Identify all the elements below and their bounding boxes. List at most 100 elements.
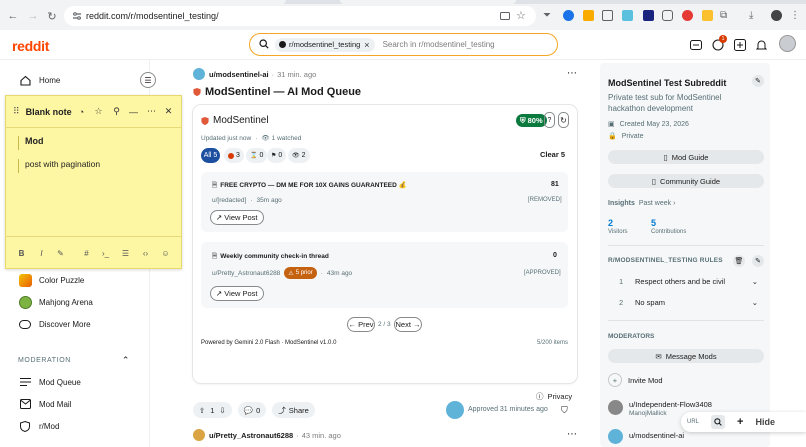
filter-pending[interactable]: ⌛ 0 — [246, 148, 268, 163]
clear-button[interactable]: Clear 5 — [540, 150, 565, 159]
next-page-button[interactable]: Next → — [394, 317, 422, 332]
note-body[interactable]: post with pagination — [18, 159, 178, 173]
site-info-icon[interactable] — [72, 11, 82, 21]
community-guide-button[interactable]: ▯ Community Guide — [608, 174, 764, 188]
sidebar-item-mahjong-arena[interactable]: Mahjong Arena — [18, 295, 93, 309]
message-mods-button[interactable]: ✉ Message Mods — [608, 349, 764, 363]
sidebar-item-mod-queue[interactable]: Mod Queue — [18, 375, 81, 389]
post-title[interactable]: ModSentinel — AI Mod Queue — [193, 86, 361, 98]
pin-icon[interactable]: ⚲ — [111, 106, 122, 117]
note-heading[interactable]: Mod — [18, 136, 178, 150]
extension-filter-icon[interactable]: ⏷ — [543, 10, 554, 21]
sticky-note[interactable]: ⠿ Blank note ◔ ☆ ⚲ — ⋯ ✕ Mod post with p… — [5, 95, 182, 269]
extension-badge-icon[interactable] — [702, 10, 713, 21]
extension-red-icon[interactable] — [682, 10, 693, 21]
italic-icon[interactable]: I — [37, 249, 46, 258]
help-button[interactable]: ? — [544, 112, 555, 128]
cast-icon[interactable] — [500, 11, 510, 21]
view-post-button[interactable]: ↗ View Post — [210, 210, 264, 225]
filter-watched[interactable]: 👁 2 — [288, 148, 310, 163]
search-scope-chip[interactable]: r/modsentinel_testing × — [275, 37, 375, 52]
more-icon[interactable]: ⋯ — [146, 106, 157, 117]
invite-mod-button[interactable]: + Invite Mod — [608, 373, 663, 387]
moderator-avatar[interactable] — [608, 400, 623, 415]
post-more-icon[interactable]: ⋯ — [567, 68, 577, 79]
mod-guide-button[interactable]: ▯ Mod Guide — [608, 150, 764, 164]
extension-blue-icon[interactable] — [563, 10, 574, 21]
view-post-button[interactable]: ↗ View Post — [210, 286, 264, 301]
privacy-link[interactable]: ⓘ Privacy — [536, 391, 572, 402]
moderator-name[interactable]: u/modsentinel-ai — [629, 431, 684, 440]
author-avatar[interactable] — [193, 429, 205, 441]
share-button[interactable]: ⤴ Share — [272, 402, 315, 418]
code-icon[interactable]: ›_ — [101, 249, 110, 258]
forward-icon[interactable]: → — [27, 10, 39, 22]
search-icon[interactable] — [711, 415, 726, 429]
extension-yellow-icon[interactable] — [583, 10, 594, 21]
embed-icon[interactable]: ‹› — [141, 249, 150, 258]
back-icon[interactable]: ← — [7, 10, 19, 22]
filter-removed[interactable]: 3 — [224, 148, 244, 163]
palette-icon[interactable]: ◔ — [76, 106, 87, 117]
trash-icon[interactable]: 🗑 — [733, 255, 745, 267]
profile-avatar-icon[interactable] — [771, 10, 782, 21]
edit-icon[interactable]: ✎ — [752, 75, 764, 87]
filter-all[interactable]: All 5 — [201, 148, 220, 163]
upvote-icon[interactable]: ⇧ — [199, 406, 205, 415]
reload-icon[interactable]: ↻ — [46, 10, 58, 23]
sidebar-item-color-puzzle[interactable]: Color Puzzle — [18, 273, 84, 287]
author-avatar[interactable] — [193, 68, 205, 80]
extension-camera-icon[interactable] — [662, 10, 673, 21]
post-more-icon[interactable]: ⋯ — [567, 429, 577, 440]
highlight-icon[interactable]: ✎ — [56, 249, 65, 258]
extension-copy-icon[interactable] — [602, 10, 613, 21]
post-author[interactable]: u/Pretty_Astronaut6288 — [209, 431, 293, 440]
plus-icon[interactable]: + — [737, 416, 743, 428]
search-input[interactable]: Search in r/modsentinel_testing — [383, 40, 495, 49]
extension-cyan-icon[interactable] — [622, 10, 633, 21]
moderator-avatar[interactable] — [608, 429, 623, 444]
advertise-icon[interactable] — [689, 38, 702, 51]
moderation-section-header[interactable]: MODERATION ⌃ — [18, 355, 130, 366]
queue-item-author[interactable]: u/Pretty_Astronaut6288 — [212, 270, 280, 277]
rule-item[interactable]: 1 Respect others and be civil ⌄ — [608, 277, 758, 286]
prev-page-button[interactable]: ← Prev — [347, 317, 375, 332]
bold-icon[interactable]: B — [17, 249, 26, 258]
address-bar[interactable]: reddit.com/r/modsentinel_testing/ ☆ — [64, 6, 536, 26]
download-icon[interactable]: ⤓ — [749, 10, 760, 21]
bookmark-star-icon[interactable]: ☆ — [516, 9, 526, 22]
downvote-icon[interactable]: ⇩ — [219, 406, 225, 415]
extensions-puzzle-icon[interactable]: ⧉ — [720, 10, 731, 21]
heading-icon[interactable]: # — [82, 249, 91, 258]
post-author[interactable]: u/modsentinel-ai — [209, 70, 269, 79]
extension-navy-icon[interactable] — [643, 10, 654, 21]
close-icon[interactable]: × — [364, 40, 369, 50]
drag-handle-icon[interactable]: ⠿ — [13, 106, 20, 117]
moderator-name[interactable]: u/Independent-Flow3408 — [629, 400, 712, 409]
reddit-logo[interactable]: reddit — [12, 38, 49, 54]
approver-avatar[interactable] — [446, 401, 464, 419]
sidebar-collapse-button[interactable]: ☰ — [140, 72, 156, 88]
search-bar[interactable]: r/modsentinel_testing × Search in r/mods… — [249, 33, 558, 56]
filter-reported[interactable]: ⚑ 0 — [267, 148, 287, 163]
mod-shield-icon[interactable]: ⛉ — [561, 405, 568, 416]
browser-menu-icon[interactable]: ⋮ — [790, 10, 801, 21]
comments-button[interactable]: 💬 0 — [237, 402, 267, 418]
refresh-button[interactable]: ↻ — [558, 112, 569, 128]
rule-item[interactable]: 2 No spam ⌄ — [608, 298, 758, 307]
create-post-icon[interactable] — [733, 38, 746, 51]
emoji-icon[interactable]: ☺ — [161, 249, 170, 258]
sidebar-item-r-mod[interactable]: r/Mod — [18, 419, 59, 433]
queue-item-title[interactable]: 🗎 Weekly community check-in thread — [212, 252, 329, 263]
edit-icon[interactable]: ✎ — [752, 255, 764, 267]
queue-item-title[interactable]: 🗎 FREE CRYPTO — DM ME FOR 10X GAINS GUARA… — [212, 181, 512, 192]
checklist-icon[interactable]: ☰ — [121, 249, 130, 258]
hide-button[interactable]: Hide — [755, 417, 775, 427]
close-icon[interactable]: ✕ — [163, 106, 174, 117]
insights-period[interactable]: Past week — [639, 200, 671, 207]
bell-icon[interactable] — [755, 38, 768, 51]
queue-item-author[interactable]: u/[redacted] — [212, 197, 246, 204]
sidebar-item-mod-mail[interactable]: Mod Mail — [18, 397, 71, 411]
minimize-icon[interactable]: — — [128, 106, 139, 117]
sidebar-item-home[interactable]: Home — [18, 73, 60, 87]
